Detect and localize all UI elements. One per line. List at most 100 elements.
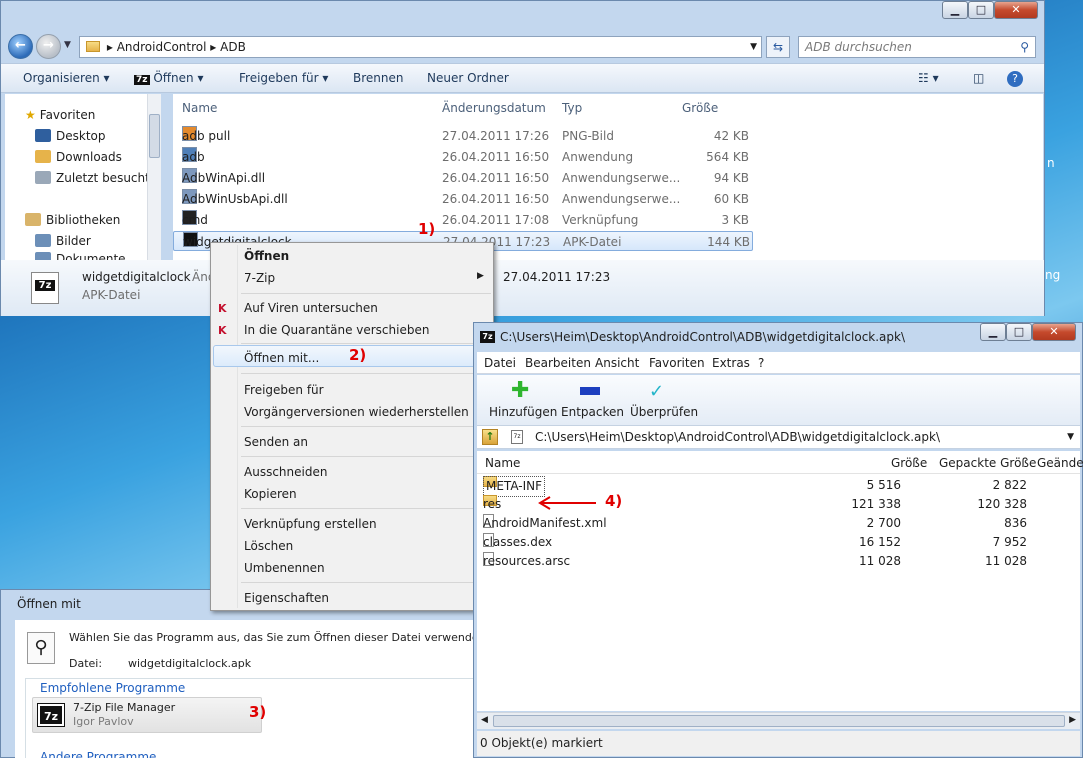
annotation-3: 3) (249, 703, 267, 721)
entry-packed: 11 028 (985, 554, 1027, 568)
scroll-left-icon[interactable]: ◀ (481, 715, 488, 725)
add-plus-icon[interactable]: ✚ (511, 380, 529, 402)
history-dropdown-icon[interactable]: ▼ (64, 40, 71, 50)
nav-downloads[interactable]: Downloads (35, 150, 122, 164)
back-arrow-icon[interactable]: ← (8, 34, 33, 59)
address-dropdown-icon[interactable]: ▼ (750, 37, 757, 57)
burn-button[interactable]: Brennen (353, 71, 403, 85)
nav-libraries[interactable]: Bibliotheken (25, 213, 120, 227)
test-check-icon[interactable]: ✓ (649, 381, 664, 402)
7zip-icon: 7z (37, 703, 65, 727)
minimize-button[interactable]: ▁ (942, 1, 968, 19)
menu-file[interactable]: Datei (484, 356, 516, 370)
edge-text: n (1047, 156, 1055, 170)
minimize-button[interactable]: ▁ (980, 323, 1006, 341)
menu-edit[interactable]: Bearbeiten (525, 356, 591, 370)
archive-row[interactable]: classes.dex 16 152 7 952 (477, 533, 1077, 552)
menu-extras[interactable]: Extras (712, 356, 750, 370)
maximize-button[interactable]: □ (1006, 323, 1032, 341)
menu-share[interactable]: Freigeben für (244, 383, 324, 397)
add-button[interactable]: Hinzufügen (489, 405, 557, 419)
extract-minus-icon[interactable] (580, 387, 600, 395)
maximize-button[interactable]: □ (968, 1, 994, 19)
column-name[interactable]: Name (485, 456, 520, 470)
close-button[interactable]: ✕ (994, 1, 1038, 19)
new-folder-button[interactable]: Neuer Ordner (427, 71, 509, 85)
archive-row[interactable]: META-INF 5 516 2 822 (477, 476, 1077, 497)
menu-cut[interactable]: Ausschneiden (244, 465, 327, 479)
breadcrumb-androidcontrol[interactable]: AndroidControl (117, 40, 207, 54)
folder-up-icon[interactable]: ↑ (482, 429, 498, 445)
menu-delete[interactable]: Löschen (244, 539, 293, 553)
refresh-icon[interactable]: ⇆ (766, 36, 790, 58)
path-dropdown-icon[interactable]: ▼ (1067, 432, 1074, 442)
file-name: AdbWinUsbApi.dll (182, 192, 288, 206)
menu-open-with[interactable]: Öffnen mit... (244, 351, 319, 365)
forward-arrow-icon[interactable]: → (36, 34, 61, 59)
breadcrumb-adb[interactable]: ADB (220, 40, 246, 54)
extract-button[interactable]: Entpacken (561, 405, 624, 419)
menu-create-shortcut[interactable]: Verknüpfung erstellen (244, 517, 377, 531)
menu-view[interactable]: Ansicht (595, 356, 639, 370)
menu-copy[interactable]: Kopieren (244, 487, 297, 501)
archive-row[interactable]: AndroidManifest.xml 2 700 836 (477, 514, 1077, 533)
open-button[interactable]: 7z Öffnen ▾ (134, 71, 204, 85)
view-options-icon[interactable]: ☷ ▾ (918, 71, 939, 85)
program-7zip[interactable]: 7z 7-Zip File Manager Igor Pavlov (32, 697, 262, 733)
other-programs-heading: Andere Programme (40, 750, 157, 758)
dialog-title: Öffnen mit (17, 597, 81, 611)
organize-button[interactable]: Organisieren ▾ (23, 71, 110, 85)
menu-separator (241, 293, 491, 294)
path-input[interactable]: C:\Users\Heim\Desktop\AndroidControl\ADB… (535, 430, 940, 444)
menu-help[interactable]: ? (758, 356, 764, 370)
details-date-value: 27.04.2011 17:23 (503, 270, 611, 284)
details-filename: widgetdigitalclock (82, 270, 191, 284)
column-size[interactable]: Größe (891, 456, 927, 470)
nav-favorites[interactable]: ★ Favoriten (25, 108, 95, 122)
help-icon[interactable]: ? (1007, 71, 1023, 87)
column-size[interactable]: Größe (682, 101, 718, 115)
7zip-window: 7z C:\Users\Heim\Desktop\AndroidControl\… (473, 322, 1083, 758)
menu-restore-versions[interactable]: Vorgängerversionen wiederherstellen (244, 405, 469, 419)
horizontal-scrollbar[interactable]: ◀ ▶ (477, 712, 1080, 729)
preview-pane-icon[interactable]: ◫ (973, 71, 984, 85)
nav-pictures[interactable]: Bilder (35, 234, 91, 248)
file-row[interactable]: AdbWinApi.dll 26.04.2011 16:50 Anwendung… (173, 168, 1043, 188)
nav-desktop[interactable]: Desktop (35, 129, 106, 143)
menu-scan-virus[interactable]: Auf Viren untersuchen (244, 301, 378, 315)
scroll-right-icon[interactable]: ▶ (1069, 715, 1076, 725)
details-pane: 7z widgetdigitalclock Änd APK-Datei 27.0… (1, 260, 1044, 316)
file-row[interactable]: adb pull 27.04.2011 17:26 PNG-Bild 42 KB (173, 126, 1043, 146)
nav-recent[interactable]: Zuletzt besucht (35, 171, 150, 185)
scroll-thumb[interactable] (149, 114, 160, 158)
test-button[interactable]: Überprüfen (630, 405, 698, 419)
archive-row[interactable]: resources.arsc 11 028 11 028 (477, 552, 1077, 571)
menu-send-to[interactable]: Senden an (244, 435, 308, 449)
menu-rename[interactable]: Umbenennen (244, 561, 325, 575)
menu-quarantine[interactable]: In die Quarantäne verschieben (244, 323, 429, 337)
column-type[interactable]: Typ (562, 101, 582, 115)
menu-favorites[interactable]: Favoriten (649, 356, 705, 370)
nav-documents[interactable]: Dokumente (35, 252, 126, 260)
file-type: Anwendungserwe... (562, 171, 681, 185)
close-button[interactable]: ✕ (1032, 323, 1076, 341)
share-button[interactable]: Freigeben für ▾ (239, 71, 328, 85)
file-row[interactable]: cmd 26.04.2011 17:08 Verknüpfung 3 KB (173, 210, 1043, 230)
column-name[interactable]: Name (182, 101, 217, 115)
header-divider (477, 473, 1080, 474)
column-date[interactable]: Änderungsdatum (442, 101, 546, 115)
file-row[interactable]: adb 26.04.2011 16:50 Anwendung 564 KB (173, 147, 1043, 167)
column-packed[interactable]: Gepackte Größe (939, 456, 1036, 470)
menu-7zip[interactable]: 7-Zip (244, 271, 275, 285)
file-name: AdbWinApi.dll (182, 171, 266, 185)
entry-packed: 120 328 (977, 497, 1027, 511)
menu-properties[interactable]: Eigenschaften (244, 591, 329, 605)
window-controls: ▁ □ ✕ (942, 1, 1038, 19)
column-modified[interactable]: Geände (1037, 456, 1083, 470)
scroll-thumb[interactable] (493, 715, 1065, 727)
search-input[interactable]: ADB durchsuchen ⚲ (798, 36, 1036, 58)
menu-open[interactable]: Öffnen (244, 249, 289, 263)
file-row[interactable]: AdbWinUsbApi.dll 26.04.2011 16:50 Anwend… (173, 189, 1043, 209)
nav-scrollbar[interactable] (147, 94, 161, 260)
address-bar[interactable]: ▸ AndroidControl ▸ ADB ▼ (79, 36, 762, 58)
